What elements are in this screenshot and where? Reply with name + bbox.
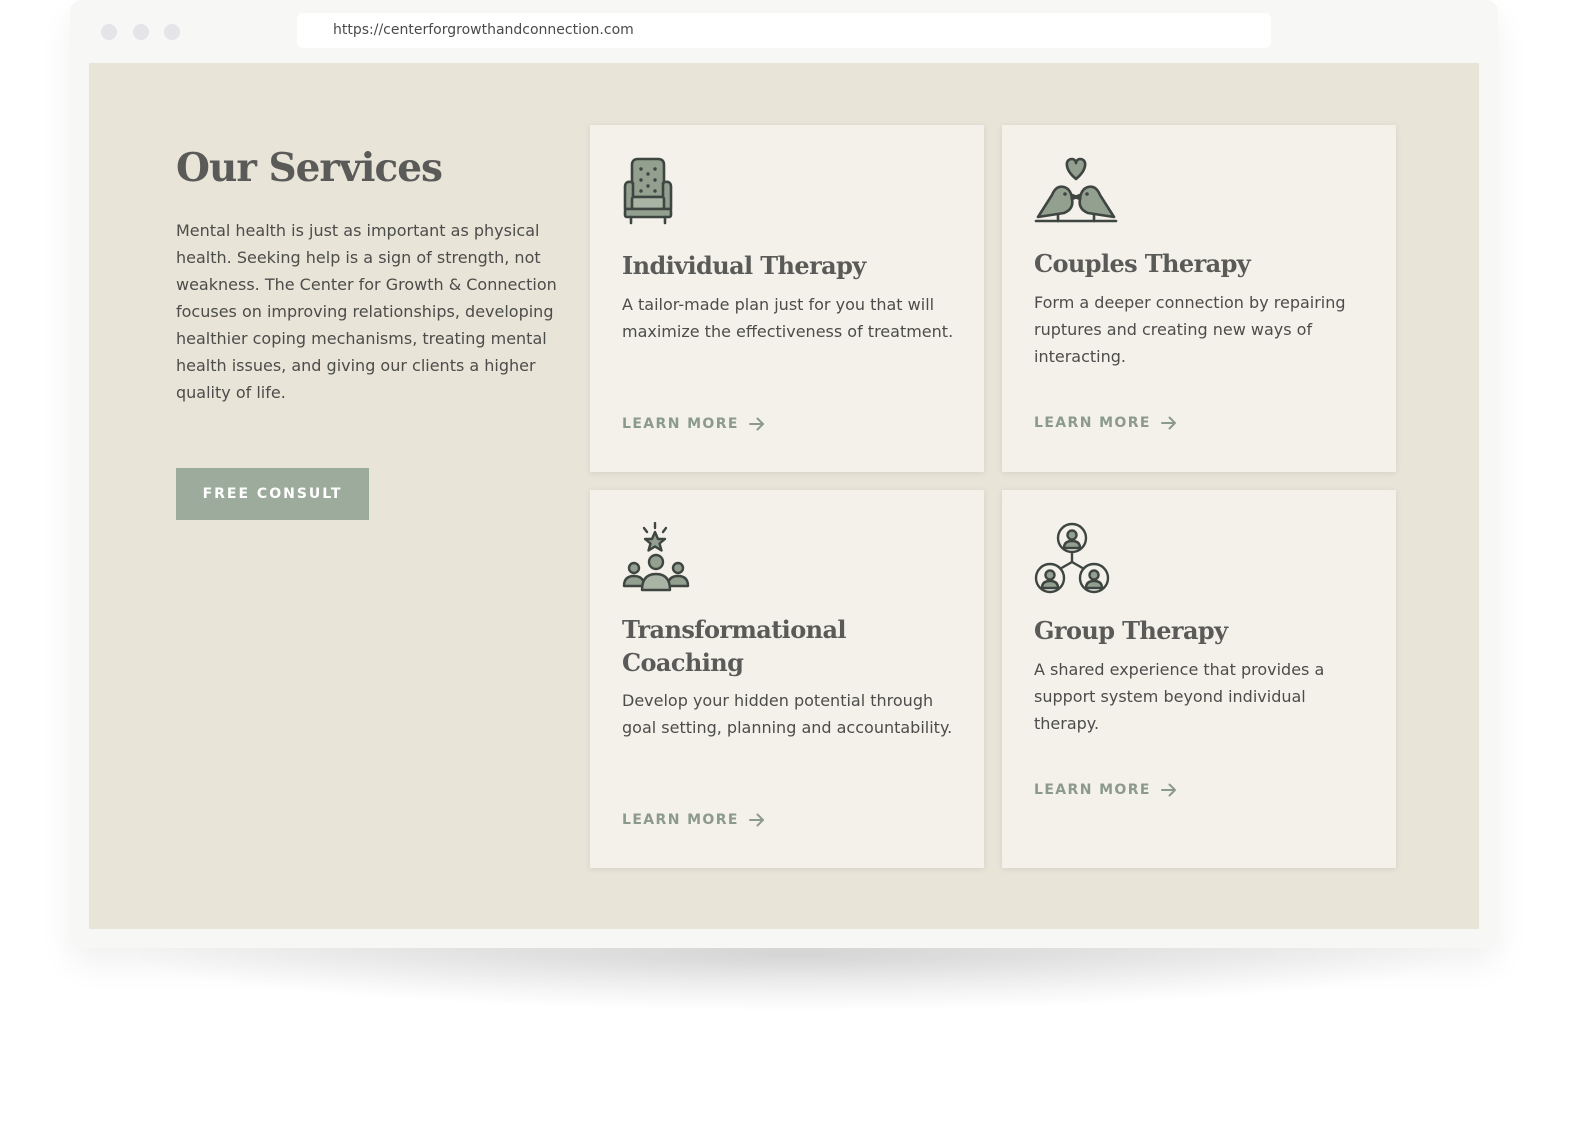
service-title: Transformational Coaching bbox=[622, 615, 847, 677]
service-title: Group Therapy bbox=[1034, 616, 1228, 645]
armchair-icon bbox=[622, 157, 674, 229]
address-bar[interactable]: https://centerforgrowthandconnection.com bbox=[297, 13, 1271, 48]
service-card-group-therapy: Group Therapy A shared experience that p… bbox=[1002, 490, 1396, 868]
arrow-right-icon bbox=[1160, 416, 1176, 430]
service-description: A tailor-made plan just for you that wil… bbox=[622, 295, 954, 341]
learn-more-label: LEARN MORE bbox=[1034, 782, 1151, 798]
services-intro: Our Services Mental health is just as im… bbox=[176, 145, 561, 406]
lovebirds-icon bbox=[1034, 157, 1118, 229]
window-control-dot[interactable] bbox=[133, 24, 149, 40]
learn-more-link[interactable]: LEARN MORE bbox=[622, 812, 765, 828]
arrow-right-icon bbox=[748, 813, 764, 827]
intro-paragraph: Mental health is just as important as ph… bbox=[176, 220, 557, 402]
team-star-icon bbox=[622, 521, 690, 596]
free-consult-button[interactable]: FREE CONSULT bbox=[176, 468, 369, 520]
learn-more-label: LEARN MORE bbox=[622, 416, 739, 432]
window-control-dot[interactable] bbox=[164, 24, 180, 40]
service-title: Individual Therapy bbox=[622, 251, 866, 280]
service-card-couples-therapy: Couples Therapy Form a deeper connection… bbox=[1002, 125, 1396, 472]
learn-more-link[interactable]: LEARN MORE bbox=[1034, 415, 1177, 431]
window-control-dot[interactable] bbox=[101, 24, 117, 40]
group-network-icon bbox=[1034, 522, 1112, 598]
learn-more-label: LEARN MORE bbox=[622, 812, 739, 828]
arrow-right-icon bbox=[748, 417, 764, 431]
browser-window: https://centerforgrowthandconnection.com… bbox=[70, 0, 1498, 948]
service-description: Develop your hidden potential through go… bbox=[622, 691, 953, 737]
service-title: Couples Therapy bbox=[1034, 249, 1251, 278]
learn-more-link[interactable]: LEARN MORE bbox=[1034, 782, 1177, 798]
learn-more-label: LEARN MORE bbox=[1034, 415, 1151, 431]
service-description: Form a deeper connection by repairing ru… bbox=[1034, 293, 1346, 366]
services-section: Our Services Mental health is just as im… bbox=[89, 63, 1479, 929]
service-card-individual-therapy: Individual Therapy A tailor-made plan ju… bbox=[590, 125, 984, 472]
service-description: A shared experience that provides a supp… bbox=[1034, 660, 1325, 733]
arrow-right-icon bbox=[1160, 783, 1176, 797]
learn-more-link[interactable]: LEARN MORE bbox=[622, 416, 765, 432]
service-card-transformational-coaching: Transformational Coaching Develop your h… bbox=[590, 490, 984, 868]
page-title: Our Services bbox=[176, 145, 443, 191]
